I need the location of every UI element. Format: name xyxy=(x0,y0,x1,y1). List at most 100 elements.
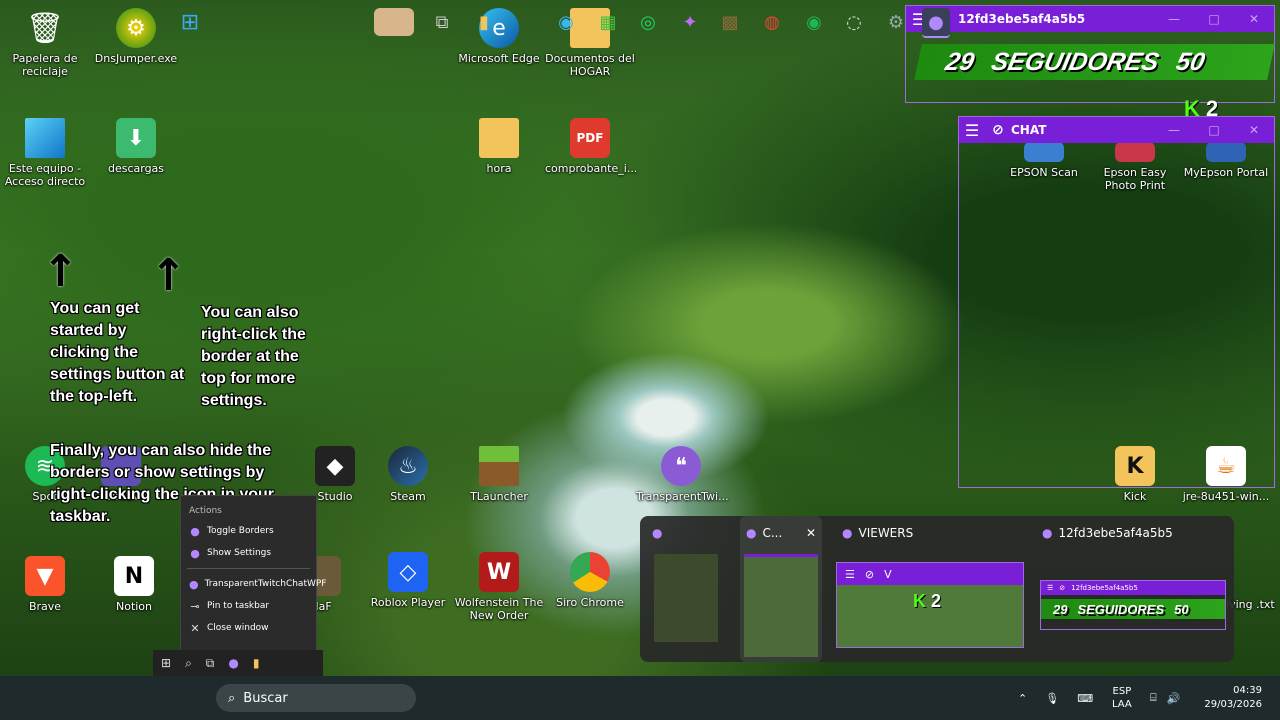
tray-status-icons[interactable]: ⌸ 🔊 xyxy=(1150,676,1180,720)
obs-icon[interactable]: ◌ xyxy=(840,8,868,36)
close-icon[interactable]: ✕ xyxy=(1234,12,1274,26)
copilot-icon[interactable]: ✦ xyxy=(676,8,704,36)
minimize-icon[interactable]: — xyxy=(1154,12,1194,26)
folder-icon[interactable]: ▮ xyxy=(253,656,260,670)
menu-icon[interactable]: ☰ xyxy=(959,121,985,140)
followers-goal: 50 xyxy=(1173,47,1208,76)
volume-icon: 🔊 xyxy=(1166,691,1181,705)
task-view-icon[interactable]: ⧉ xyxy=(428,8,456,36)
steam-icon: ♨ xyxy=(388,446,428,486)
keyboard-icon[interactable]: ⌨ xyxy=(1077,692,1093,705)
minecraft-launcher-icon[interactable]: ▩ xyxy=(716,8,744,36)
desktop-icon-brave[interactable]: ▼ Brave xyxy=(0,556,90,613)
start-icon[interactable]: ⊞ xyxy=(176,8,204,36)
language-indicator[interactable]: ESP LAA xyxy=(1112,676,1132,720)
search-input[interactable]: ⌕ Buscar xyxy=(216,684,416,712)
kick-logo-icon: K xyxy=(913,591,926,611)
twitch-chat-icon: ● xyxy=(190,546,200,560)
roblox-icon: ◇ xyxy=(388,552,428,592)
block-icon[interactable]: ⊘ xyxy=(985,122,1011,138)
tip-right-click-border: You can also right-click the border at t… xyxy=(201,304,306,409)
chrome-icon xyxy=(570,552,610,592)
tlauncher-icon xyxy=(479,446,519,486)
pdf-icon: PDF xyxy=(570,118,610,158)
desktop-icon-recycle-bin[interactable]: 🗑 Papelera de reciclaje xyxy=(0,8,90,79)
start-icon[interactable]: ⊞ xyxy=(161,656,171,670)
desktop-icon-chrome[interactable]: Siro Chrome xyxy=(545,552,635,609)
search-icon: ⌕ xyxy=(228,690,236,706)
maximize-icon[interactable]: □ xyxy=(1194,12,1234,26)
twitch-chat-icon: ❝ xyxy=(661,446,701,486)
microphone-icon[interactable]: 🎙 xyxy=(1045,692,1059,705)
chrome-icon[interactable]: ◍ xyxy=(758,8,786,36)
search-highlight-icon[interactable] xyxy=(374,8,414,36)
followers-label: SEGUIDORES xyxy=(988,47,1162,76)
menu-item-close-window[interactable]: ✕ Close window xyxy=(181,617,316,639)
tip-settings-button: You can get started by clicking the sett… xyxy=(50,300,185,405)
desktop-icon-hora[interactable]: hora xyxy=(454,118,544,175)
overlay-window-chat[interactable]: ☰ ⊘ CHAT — □ ✕ xyxy=(958,116,1275,488)
desktop-icon-steam[interactable]: ♨ Steam xyxy=(363,446,453,503)
close-icon: ✕ xyxy=(190,621,200,635)
preview-followers[interactable]: ● 12fd3ebe5af4a5b5 ☰ ⊘ 12fd3ebe5af4a5b5 … xyxy=(1036,516,1230,662)
network-icon: ⌸ xyxy=(1150,691,1157,704)
desktop-icon-este-equipo[interactable]: Este equipo - Acceso directo xyxy=(0,118,90,188)
roblox-studio-icon: ◆ xyxy=(315,446,355,486)
close-icon[interactable]: ✕ xyxy=(1234,123,1274,137)
menu-item-show-settings[interactable]: ● Show Settings xyxy=(181,542,316,564)
preview-chat[interactable]: ● C... ✕ xyxy=(740,516,822,662)
minecraft-icon[interactable]: ▦ xyxy=(594,8,622,36)
menu-divider xyxy=(187,568,310,569)
overlay-title: CHAT xyxy=(1011,123,1047,137)
minimize-icon[interactable]: — xyxy=(1154,123,1194,137)
twitch-chat-icon[interactable]: ● xyxy=(922,8,950,38)
taskbar-window-previews: ● ● C... ✕ ● VIEWERS ☰ ⊘ V K 2 ● 12fd3eb… xyxy=(640,516,1234,662)
notion-icon: N xyxy=(114,556,154,596)
spotify-icon[interactable]: ◉ xyxy=(800,8,828,36)
desktop-icon-comprobante[interactable]: PDF comprobante_i... xyxy=(545,118,637,175)
overlay-title-bar[interactable]: ☰ ⊘ CHAT — □ ✕ xyxy=(959,117,1274,143)
twitch-chat-icon: ● xyxy=(746,526,757,540)
preview-settings[interactable]: ● xyxy=(646,516,736,662)
twitch-chat-icon: ● xyxy=(189,577,199,591)
edge-icon[interactable]: ◉ xyxy=(552,8,580,36)
preview-viewers[interactable]: ● VIEWERS ☰ ⊘ V K 2 xyxy=(836,516,1026,662)
twitch-chat-icon: ● xyxy=(1042,526,1053,540)
dnsjumper-icon: ⚙ xyxy=(116,8,156,48)
desktop-icon-tlauncher[interactable]: TLauncher xyxy=(454,446,544,503)
mini-taskbar: ⊞ ⌕ ⧉ ● ▮ xyxy=(153,650,323,676)
menu-item-toggle-borders[interactable]: ● Toggle Borders xyxy=(181,520,316,542)
block-icon: ⊘ xyxy=(864,567,875,581)
maximize-icon[interactable]: □ xyxy=(1194,123,1234,137)
close-icon[interactable]: ✕ xyxy=(806,526,816,540)
desktop-icon-notion[interactable]: N Notion xyxy=(89,556,179,613)
desktop-icon-transparent-twitch[interactable]: ❝ TransparentTwi... xyxy=(636,446,729,503)
arrow-up-icon: ↑ xyxy=(42,246,79,297)
desktop-icon-descargas[interactable]: ⬇ descargas xyxy=(91,118,181,175)
search-icon[interactable]: ⌕ xyxy=(185,656,192,671)
pin-icon: ⊸ xyxy=(190,599,200,613)
desktop-icon-text-file[interactable]: iving .txt xyxy=(1226,598,1280,611)
preview-thumbnail: ☰ ⊘ V K 2 xyxy=(836,562,1024,648)
task-view-icon[interactable]: ⧉ xyxy=(206,656,215,671)
settings-icon[interactable]: ⚙ xyxy=(882,8,910,36)
desktop-icon-edge[interactable]: e Microsoft Edge xyxy=(454,8,544,65)
whatsapp-icon[interactable]: ◎ xyxy=(634,8,662,36)
desktop-icon-wolfenstein[interactable]: W Wolfenstein The New Order xyxy=(454,552,544,622)
arrow-up-icon: ↑ xyxy=(150,250,187,301)
context-menu-header: Actions xyxy=(189,506,222,516)
brave-icon: ▼ xyxy=(25,556,65,596)
overlay-title-bar[interactable]: ☰ ⊘ 12fd3ebe5af4a5b5 — □ ✕ xyxy=(906,6,1274,32)
chevron-up-icon[interactable]: ⌃ xyxy=(1018,692,1027,705)
clock[interactable]: 04:39 29/03/2026 xyxy=(1202,676,1262,720)
desktop-icon-roblox-player[interactable]: ◇ Roblox Player xyxy=(363,552,453,609)
followers-counter: 29 SEGUIDORES 50 xyxy=(914,44,1275,80)
desktop-icon-dnsjumper[interactable]: ⚙ DnsJumper.exe xyxy=(91,8,181,65)
preview-thumbnail: ☰ ⊘ 12fd3ebe5af4a5b5 29 SEGUIDORES 50 xyxy=(1040,580,1226,630)
taskbar-context-menu: Actions ● Toggle Borders ● Show Settings… xyxy=(180,495,326,651)
file-explorer-icon[interactable]: ▮ xyxy=(470,8,498,36)
monitor-icon xyxy=(25,118,65,158)
menu-item-app-name[interactable]: ● TransparentTwitchChatWPF xyxy=(181,573,326,595)
menu-item-pin-taskbar[interactable]: ⊸ Pin to taskbar xyxy=(181,595,316,617)
twitch-chat-icon[interactable]: ● xyxy=(228,656,238,670)
